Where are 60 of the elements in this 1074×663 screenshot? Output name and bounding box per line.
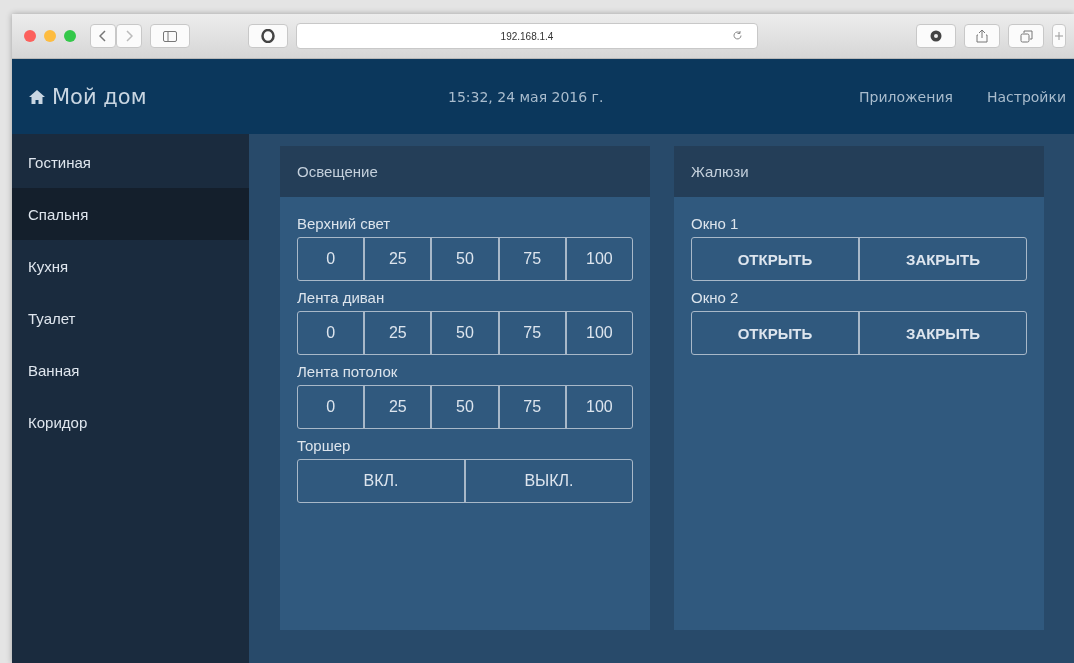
share-icon bbox=[976, 29, 988, 43]
control-button[interactable]: ОТКРЫТЬ bbox=[692, 238, 858, 280]
control-button[interactable]: 75 bbox=[497, 312, 565, 354]
control-label: Лента диван bbox=[297, 289, 386, 307]
plus-icon bbox=[1055, 32, 1063, 40]
control-button[interactable]: 25 bbox=[363, 312, 431, 354]
control-button[interactable]: ВЫКЛ. bbox=[464, 460, 632, 502]
extension-button[interactable] bbox=[916, 24, 956, 48]
share-button[interactable] bbox=[964, 24, 1000, 48]
control-label: Окно 1 bbox=[691, 215, 740, 233]
control-button[interactable]: ЗАКРЫТЬ bbox=[858, 238, 1026, 280]
close-window-button[interactable] bbox=[24, 30, 36, 42]
sidebar-button[interactable] bbox=[150, 24, 190, 48]
control-label: Окно 2 bbox=[691, 289, 740, 307]
reload-icon[interactable] bbox=[732, 30, 743, 41]
tabs-button[interactable] bbox=[1008, 24, 1044, 48]
sidebar-item[interactable]: Кухня bbox=[12, 240, 249, 292]
control-button[interactable]: 100 bbox=[564, 238, 632, 280]
control-button[interactable]: 75 bbox=[497, 386, 565, 428]
control-button[interactable]: 25 bbox=[363, 238, 431, 280]
control-label: Торшер bbox=[297, 437, 352, 455]
chevron-right-icon bbox=[125, 30, 133, 42]
date-time: 15:32, 24 мая 2016 г. bbox=[448, 88, 605, 105]
control-button[interactable]: 25 bbox=[363, 386, 431, 428]
sidebar-item[interactable]: Спальня bbox=[12, 188, 249, 240]
sidebar-item[interactable]: Коридор bbox=[12, 396, 249, 448]
control-button[interactable]: 50 bbox=[430, 386, 498, 428]
panel-title: Жалюзи bbox=[674, 146, 1044, 197]
dot-circle-icon bbox=[930, 30, 942, 42]
address-bar[interactable]: 192.168.1.4 bbox=[296, 23, 758, 49]
control-button[interactable]: ВКЛ. bbox=[298, 460, 464, 502]
forward-button[interactable] bbox=[116, 24, 142, 48]
control-button[interactable]: 0 bbox=[298, 386, 364, 428]
tabs-icon bbox=[1019, 29, 1033, 43]
nav-link[interactable]: Приложения bbox=[859, 88, 953, 105]
control-button[interactable]: 50 bbox=[430, 238, 498, 280]
app-title: Мой дом bbox=[52, 84, 147, 109]
control-button[interactable]: 100 bbox=[564, 386, 632, 428]
nav-link[interactable]: Настройки bbox=[986, 88, 1066, 105]
minimize-window-button[interactable] bbox=[44, 30, 56, 42]
control-button[interactable]: 75 bbox=[497, 238, 565, 280]
control-button[interactable]: 100 bbox=[564, 312, 632, 354]
back-button[interactable] bbox=[90, 24, 116, 48]
new-tab-button[interactable] bbox=[1052, 24, 1066, 48]
control-label: Верхний свет bbox=[297, 215, 392, 233]
panel-title: Освещение bbox=[280, 146, 650, 197]
control-button[interactable]: 0 bbox=[298, 238, 364, 280]
control-button[interactable]: ЗАКРЫТЬ bbox=[858, 312, 1026, 354]
sidebar-item[interactable]: Ванная bbox=[12, 344, 249, 396]
sidebar-icon bbox=[163, 30, 177, 42]
control-button[interactable]: 50 bbox=[430, 312, 498, 354]
chevron-left-icon bbox=[99, 30, 107, 42]
control-label: Лента потолок bbox=[297, 363, 399, 381]
home-icon bbox=[28, 88, 46, 105]
control-button[interactable]: ОТКРЫТЬ bbox=[692, 312, 858, 354]
sidebar-item[interactable]: Гостиная bbox=[12, 136, 249, 188]
control-button[interactable]: 0 bbox=[298, 312, 364, 354]
ring-icon bbox=[261, 29, 275, 43]
zoom-window-button[interactable] bbox=[64, 30, 76, 42]
sidebar-item[interactable]: Туалет bbox=[12, 292, 249, 344]
